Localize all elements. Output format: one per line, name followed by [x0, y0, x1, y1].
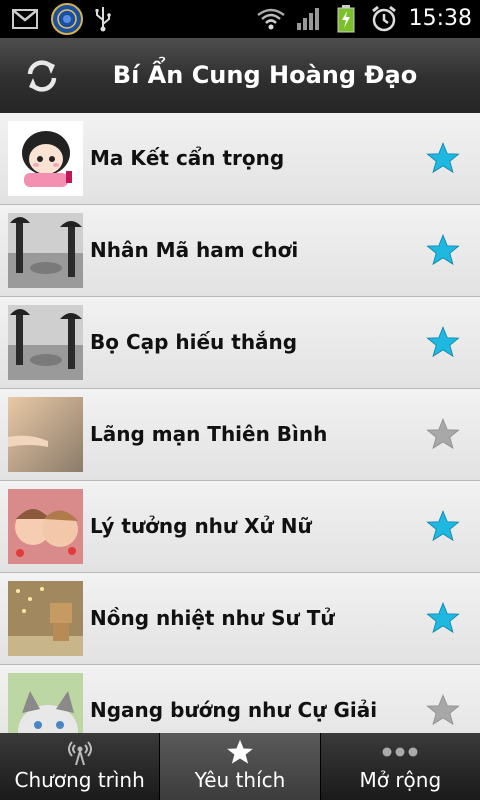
- favorite-star-icon[interactable]: [426, 693, 460, 727]
- usb-icon: [92, 0, 114, 38]
- thumbnail-danbo-lights: [8, 581, 83, 656]
- tab-label: Mở rộng: [359, 768, 442, 792]
- item-title: Ngang bướng như Cự Giải: [90, 698, 378, 722]
- battery-charging-icon: [334, 0, 358, 38]
- bottom-tab-bar: Chương trình Yêu thích Mở rộng: [0, 733, 480, 800]
- thumbnail-kids-kiss: [8, 489, 83, 564]
- alarm-icon: [368, 0, 400, 38]
- zodiac-list: Ma Kết cẩn trọng Nhân Mã ham chơi Bọ Cạp…: [0, 113, 480, 733]
- list-item[interactable]: Ngang bướng như Cự Giải: [0, 665, 480, 733]
- star-icon: [160, 737, 319, 767]
- status-bar: 15:38: [0, 0, 480, 38]
- gmail-icon: [10, 0, 40, 38]
- tab-chuong-trinh[interactable]: Chương trình: [0, 733, 160, 800]
- thumbnail-rain-umbrella: [8, 305, 83, 380]
- more-icon: [321, 737, 480, 767]
- refresh-icon: [27, 60, 57, 92]
- list-item[interactable]: Nhân Mã ham chơi: [0, 205, 480, 297]
- list-item[interactable]: Bọ Cạp hiếu thắng: [0, 297, 480, 389]
- favorite-star-icon[interactable]: [426, 141, 460, 175]
- item-title: Ma Kết cẩn trọng: [90, 146, 285, 170]
- tab-label: Chương trình: [14, 768, 145, 792]
- list-item[interactable]: Nồng nhiệt như Sư Tử: [0, 573, 480, 665]
- refresh-button[interactable]: [14, 48, 70, 104]
- tab-label: Yêu thích: [194, 768, 286, 792]
- list-item[interactable]: Lý tưởng như Xử Nữ: [0, 481, 480, 573]
- item-title: Nhân Mã ham chơi: [90, 238, 299, 262]
- item-title: Lý tưởng như Xử Nữ: [90, 514, 312, 538]
- app-notification-icon: [48, 0, 86, 38]
- item-title: Nồng nhiệt như Sư Tử: [90, 606, 335, 630]
- thumbnail-hand-light: [8, 397, 83, 472]
- favorite-star-icon[interactable]: [426, 417, 460, 451]
- thumbnail-cat: [8, 673, 83, 733]
- item-title: Lãng mạn Thiên Bình: [90, 422, 328, 446]
- thumbnail-rain-umbrella: [8, 213, 83, 288]
- wifi-icon: [254, 0, 288, 38]
- tab-mo-rong[interactable]: Mở rộng: [319, 733, 480, 800]
- list-item[interactable]: Ma Kết cẩn trọng: [0, 113, 480, 205]
- favorite-star-icon[interactable]: [426, 509, 460, 543]
- status-time: 15:38: [408, 6, 472, 31]
- item-title: Bọ Cạp hiếu thắng: [90, 330, 298, 354]
- favorite-star-icon[interactable]: [426, 233, 460, 267]
- broadcast-icon: [0, 737, 159, 767]
- tab-yeu-thich[interactable]: Yêu thích: [159, 733, 320, 800]
- favorite-star-icon[interactable]: [426, 601, 460, 635]
- favorite-star-icon[interactable]: [426, 325, 460, 359]
- list-item[interactable]: Lãng mạn Thiên Bình: [0, 389, 480, 481]
- signal-icon: [294, 0, 324, 38]
- title-bar: Bí Ẩn Cung Hoàng Đạo: [0, 38, 480, 114]
- page-title: Bí Ẩn Cung Hoàng Đạo: [112, 61, 418, 89]
- thumbnail-cartoon-girl: [8, 121, 83, 196]
